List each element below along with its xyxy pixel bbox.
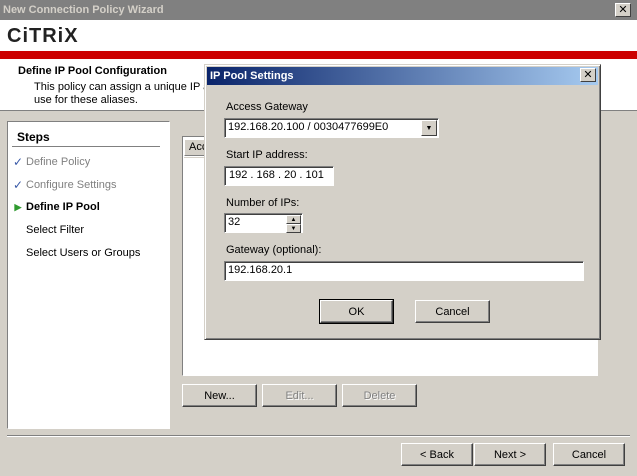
- gateway-value: 192.168.20.1: [228, 264, 293, 276]
- gateway-label: Gateway (optional):: [226, 244, 322, 256]
- cancel-button[interactable]: Cancel: [553, 443, 625, 466]
- page-description: This policy can assign a unique IP a use…: [34, 81, 210, 106]
- dialog-titlebar[interactable]: IP Pool Settings: [207, 67, 598, 85]
- citrix-logo: CiTRiX: [7, 25, 79, 47]
- check-icon: ✓: [12, 178, 24, 192]
- ip-octet-3[interactable]: 20: [284, 169, 296, 181]
- step-select-filter: Select Filter: [10, 224, 84, 236]
- access-gateway-label: Access Gateway: [226, 101, 308, 113]
- step-label: Define IP Pool: [26, 201, 100, 213]
- delete-button[interactable]: Delete: [342, 384, 417, 407]
- ip-octet-2[interactable]: 168: [257, 169, 275, 181]
- close-icon: ✕: [618, 3, 628, 16]
- number-of-ips-value: 32: [228, 216, 241, 228]
- ip-octet-4[interactable]: 101: [306, 169, 324, 181]
- step-label: Select Filter: [26, 224, 85, 236]
- step-define-policy: ✓ Define Policy: [10, 155, 90, 169]
- step-label: Define Policy: [26, 156, 91, 168]
- dialog-cancel-button[interactable]: Cancel: [415, 300, 490, 323]
- next-button[interactable]: Next >: [474, 443, 546, 466]
- dialog-title: IP Pool Settings: [210, 70, 294, 82]
- dialog-close-button[interactable]: ✕: [580, 68, 596, 82]
- spin-up-icon[interactable]: ▲: [286, 215, 301, 224]
- window-title: New Connection Policy Wizard: [3, 4, 164, 16]
- spin-down-icon[interactable]: ▼: [286, 224, 301, 233]
- check-icon: ✓: [12, 155, 24, 169]
- chevron-down-icon[interactable]: ▼: [421, 120, 437, 136]
- start-ip-field[interactable]: 192 . 168 . 20 . 101: [224, 166, 334, 186]
- ip-octet-1[interactable]: 192: [229, 169, 247, 181]
- page-title: Define IP Pool Configuration: [18, 65, 167, 77]
- new-button[interactable]: New...: [182, 384, 257, 407]
- ok-button[interactable]: OK: [319, 299, 394, 324]
- gateway-field[interactable]: 192.168.20.1: [224, 261, 584, 281]
- step-label: Configure Settings: [26, 179, 117, 191]
- step-configure-settings: ✓ Configure Settings: [10, 178, 117, 192]
- steps-title: Steps: [17, 130, 50, 144]
- number-of-ips-label: Number of IPs:: [226, 197, 300, 209]
- steps-divider: [12, 146, 160, 147]
- back-button[interactable]: < Back: [401, 443, 473, 466]
- step-select-users: Select Users or Groups: [10, 247, 140, 259]
- step-label: Select Users or Groups: [26, 247, 141, 259]
- bottom-divider: [7, 435, 630, 437]
- brand-red-bar: [0, 51, 637, 59]
- step-define-ip-pool: ▶ Define IP Pool: [10, 201, 100, 213]
- window-close-button[interactable]: ✕: [615, 3, 631, 17]
- arrow-right-icon: ▶: [14, 201, 22, 212]
- edit-button[interactable]: Edit...: [262, 384, 337, 407]
- start-ip-label: Start IP address:: [226, 149, 308, 161]
- access-gateway-value: 192.168.20.100 / 0030477699E0: [228, 121, 389, 133]
- close-icon: ✕: [583, 68, 593, 81]
- access-gateway-select[interactable]: 192.168.20.100 / 0030477699E0: [224, 118, 439, 138]
- window-titlebar[interactable]: New Connection Policy Wizard: [0, 0, 637, 20]
